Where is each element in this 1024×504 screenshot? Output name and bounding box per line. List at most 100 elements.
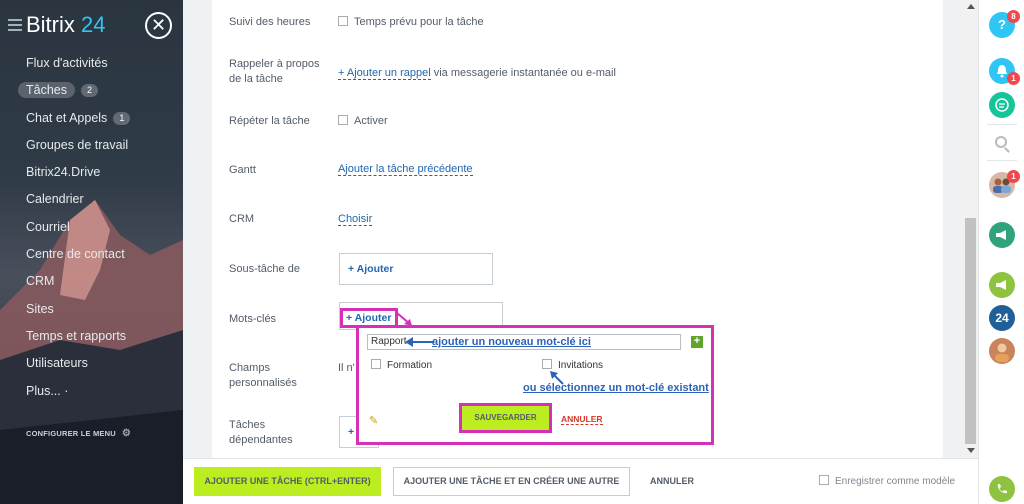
- pencil-icon[interactable]: ✎: [369, 414, 378, 427]
- time-tracking-text: Temps prévu pour la tâche: [354, 16, 484, 28]
- add-and-create-another-button[interactable]: AJOUTER UNE TÂCHE ET EN CRÉER UNE AUTRE: [393, 467, 630, 496]
- user-avatar[interactable]: [989, 338, 1015, 364]
- open-lines-megaphone-icon[interactable]: [989, 272, 1015, 298]
- tags-add-link[interactable]: + Ajouter: [346, 312, 391, 324]
- avatar-icon: [995, 343, 1009, 362]
- divider: [987, 124, 1017, 125]
- sidebar-item-label: Chat et Appels: [26, 110, 108, 125]
- divider: [987, 160, 1017, 161]
- tag-option-label: Formation: [387, 360, 433, 371]
- sidebar-item-more[interactable]: Plus... ·: [0, 382, 183, 409]
- crm-choose-link[interactable]: Choisir: [338, 213, 373, 226]
- configure-menu-label: CONFIGURER LE MENU: [26, 429, 116, 438]
- cancel-tags-link[interactable]: ANNULER: [561, 414, 603, 425]
- help-badge: 8: [1007, 10, 1020, 23]
- megaphone-icon: [996, 230, 1006, 240]
- sidebar-item-time-reports[interactable]: Temps et rapports: [0, 327, 183, 354]
- custom-fields-label: Champs personnalisés: [229, 361, 297, 391]
- repeat-option[interactable]: Activer: [338, 114, 388, 129]
- sidebar-item-label: Flux d'activités: [26, 56, 108, 70]
- annotation-new-tag: ajouter un nouveau mot-clé ici: [432, 336, 591, 348]
- add-tag-plus-icon[interactable]: +: [691, 336, 703, 348]
- sidebar-item-label: Plus... ·: [26, 383, 69, 398]
- sidebar-item-label: Temps et rapports: [26, 328, 127, 343]
- save-tags-button[interactable]: SAUVEGARDER: [459, 403, 552, 433]
- custom-fields-value: Il n': [338, 362, 355, 374]
- reminder-label-line1: Rappeler à propos: [229, 58, 320, 70]
- scroll-up-icon[interactable]: [967, 4, 975, 9]
- chat-icon[interactable]: [989, 92, 1015, 118]
- reminder-label-line2: de la tâche: [229, 73, 283, 85]
- sidebar-item-label: Bitrix24.Drive: [26, 165, 101, 180]
- bottom-action-bar: AJOUTER UNE TÂCHE (CTRL+ENTER) AJOUTER U…: [183, 458, 978, 504]
- add-previous-task-link[interactable]: Ajouter la tâche précédente: [338, 163, 473, 176]
- sidebar-item-chat[interactable]: Chat et Appels 1: [0, 109, 183, 136]
- phone-handset-icon: [997, 484, 1007, 494]
- dependent-tasks-label: Tâches dépendantes: [229, 418, 293, 448]
- menu-burger-icon[interactable]: [8, 19, 22, 31]
- count-badge: 1: [113, 111, 131, 125]
- sidebar-item-drive[interactable]: Bitrix24.Drive: [0, 163, 183, 190]
- crm-label: CRM: [229, 213, 255, 225]
- cancel-button[interactable]: ANNULER: [650, 476, 694, 486]
- repeat-text: Activer: [354, 115, 388, 127]
- bitrix-logo[interactable]: Bitrix 24: [26, 12, 106, 38]
- scroll-down-icon[interactable]: [967, 448, 975, 453]
- custom-fields-label-line2: personnalisés: [229, 377, 297, 389]
- subtask-add-link[interactable]: + Ajouter: [348, 263, 393, 275]
- tag-popup: Rapport + ajouter un nouveau mot-clé ici…: [356, 325, 714, 445]
- reminder-suffix: via messagerie instantanée ou e-mail: [430, 67, 616, 79]
- time-tracking-option[interactable]: Temps prévu pour la tâche: [338, 15, 484, 30]
- custom-fields-label-line1: Champs: [229, 362, 270, 374]
- sidebar-item-contact-center[interactable]: Centre de contact: [0, 245, 183, 272]
- notifications-badge: 1: [1007, 72, 1020, 85]
- sidebar-item-activity-stream[interactable]: Flux d'activités: [0, 54, 183, 81]
- close-icon[interactable]: ✕: [145, 12, 172, 39]
- sidebar-item-tasks[interactable]: Tâches 2: [0, 81, 183, 108]
- subtask-field[interactable]: + Ajouter: [339, 253, 493, 285]
- sidebar-item-label: Calendrier: [26, 192, 84, 207]
- search-icon[interactable]: [995, 136, 1007, 148]
- sidebar-item-label: Groupes de travail: [26, 137, 129, 152]
- right-sidebar: ? 8 1 1 24: [978, 0, 1024, 504]
- count-badge: 2: [81, 84, 99, 98]
- add-reminder-link[interactable]: + Ajouter un rappel: [338, 67, 431, 80]
- subtask-label: Sous-tâche de: [229, 263, 300, 275]
- reminder-label: Rappeler à propos de la tâche: [229, 57, 320, 87]
- dependent-add-link[interactable]: +: [348, 426, 354, 438]
- tag-option-formation[interactable]: Formation: [371, 359, 432, 371]
- save-template-label: Enregistrer comme modèle: [835, 476, 956, 487]
- repeat-checkbox[interactable]: [338, 115, 348, 125]
- sidebar-item-mail[interactable]: Courriel: [0, 218, 183, 245]
- annotation-existing-tag: ou sélectionnez un mot-clé existant: [523, 382, 709, 394]
- crm-value: Choisir: [338, 212, 373, 227]
- sidebar-item-workgroups[interactable]: Groupes de travail: [0, 136, 183, 163]
- save-as-template-option[interactable]: Enregistrer comme modèle: [819, 475, 955, 487]
- formation-checkbox[interactable]: [371, 359, 381, 369]
- sidebar-item-calendar[interactable]: Calendrier: [0, 190, 183, 217]
- phone-icon[interactable]: [989, 476, 1015, 502]
- sidebar-item-label: Utilisateurs: [26, 356, 88, 371]
- sidebar-item-users[interactable]: Utilisateurs: [0, 354, 183, 381]
- gear-icon: ⚙: [121, 428, 132, 439]
- chat-lines-icon: [995, 98, 1009, 112]
- group-badge: 1: [1007, 170, 1020, 183]
- reminder-value: + Ajouter un rappel via messagerie insta…: [338, 66, 616, 81]
- time-tracking-checkbox[interactable]: [338, 16, 348, 26]
- megaphone-icon: [996, 280, 1006, 290]
- sidebar-item-label: Tâches: [18, 82, 75, 99]
- sidebar-item-crm[interactable]: CRM: [0, 272, 183, 299]
- bitrix24-app-icon[interactable]: 24: [989, 305, 1015, 331]
- logo-number: 24: [81, 12, 106, 37]
- add-task-button[interactable]: AJOUTER UNE TÂCHE (CTRL+ENTER): [194, 467, 381, 496]
- scrollbar[interactable]: [963, 0, 978, 458]
- sidebar-item-sites[interactable]: Sites: [0, 300, 183, 327]
- announcement-megaphone-icon[interactable]: [989, 222, 1015, 248]
- sidebar-item-label: Centre de contact: [26, 247, 125, 262]
- dependent-label-line2: dépendantes: [229, 434, 293, 446]
- logo-main: Bitrix: [26, 12, 75, 37]
- save-template-checkbox[interactable]: [819, 475, 829, 485]
- configure-menu-link[interactable]: CONFIGURER LE MENU ⚙: [26, 428, 131, 439]
- scroll-thumb[interactable]: [965, 218, 976, 444]
- invitations-checkbox[interactable]: [542, 359, 552, 369]
